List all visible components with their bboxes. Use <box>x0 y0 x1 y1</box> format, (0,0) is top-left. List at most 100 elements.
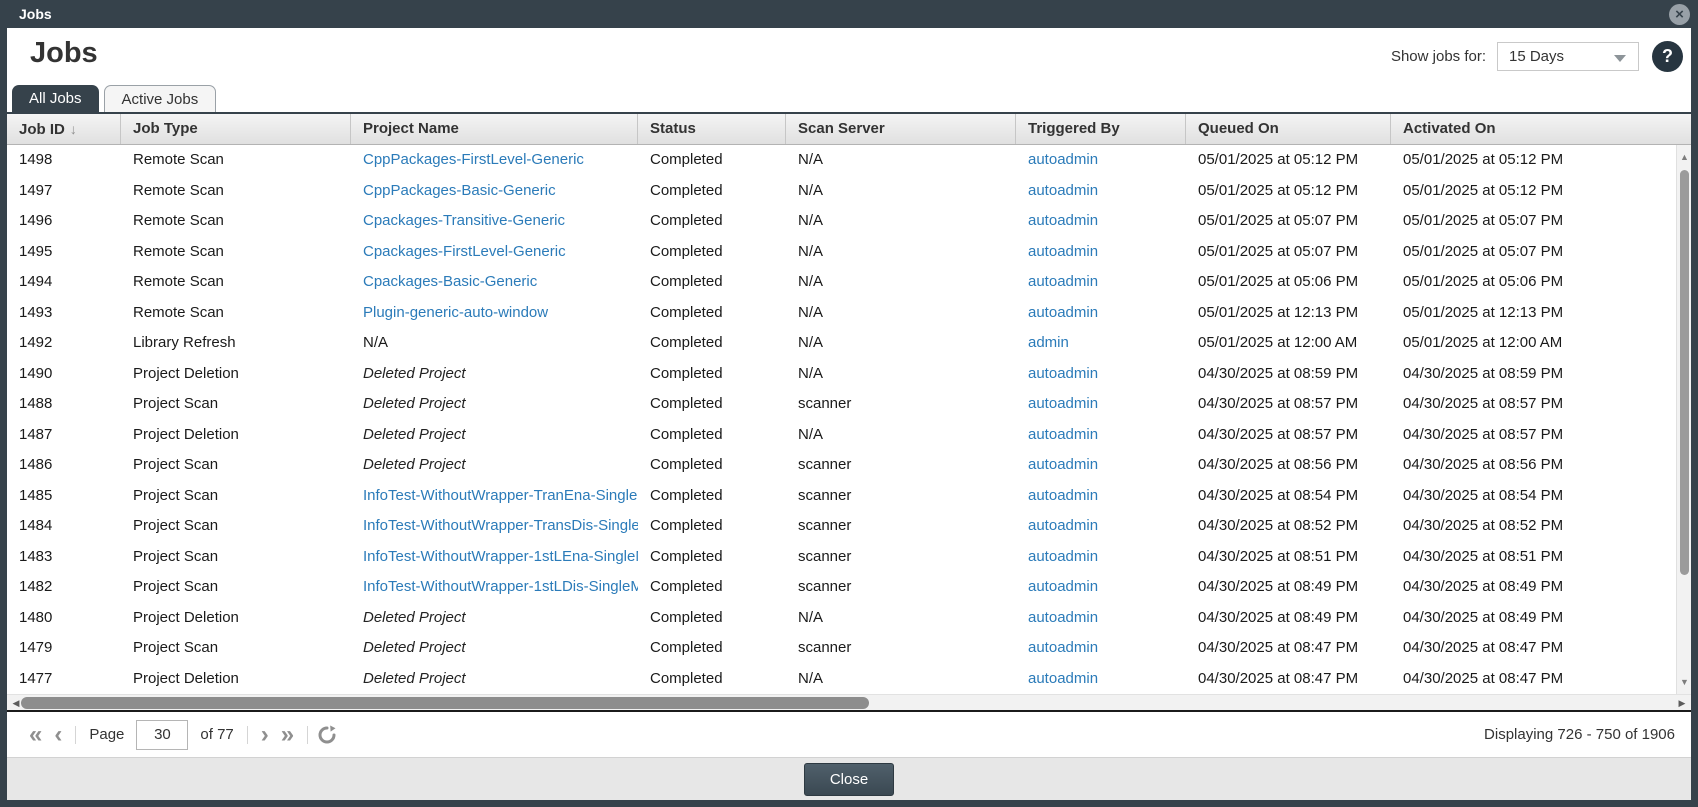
cell-activated-on: 05/01/2025 at 12:00 AM <box>1391 328 1676 359</box>
cell-job-type: Remote Scan <box>121 206 351 237</box>
window-close-icon[interactable]: × <box>1669 4 1690 25</box>
cell-triggered-by[interactable]: autoadmin <box>1016 450 1186 481</box>
cell-project-name[interactable]: CppPackages-FirstLevel-Generic <box>351 145 638 176</box>
cell-queued-on: 04/30/2025 at 08:57 PM <box>1186 389 1391 420</box>
cell-triggered-by[interactable]: autoadmin <box>1016 359 1186 390</box>
cell-job-type: Project Deletion <box>121 603 351 634</box>
cell-project-name[interactable]: InfoTest-WithoutWrapper-TransDis-SingleM… <box>351 511 638 542</box>
cell-project-name[interactable]: Plugin-generic-auto-window <box>351 298 638 329</box>
table-row[interactable]: 1495Remote ScanCpackages-FirstLevel-Gene… <box>7 237 1691 268</box>
page-label: Page <box>89 726 124 743</box>
column-header-triggered-by[interactable]: Triggered By <box>1016 114 1186 144</box>
table-row[interactable]: 1480Project DeletionDeleted ProjectCompl… <box>7 603 1691 634</box>
cell-project-name[interactable]: Cpackages-FirstLevel-Generic <box>351 237 638 268</box>
cell-triggered-by[interactable]: autoadmin <box>1016 298 1186 329</box>
column-header-status[interactable]: Status <box>638 114 786 144</box>
close-button[interactable]: Close <box>804 763 894 796</box>
cell-status: Completed <box>638 542 786 573</box>
horizontal-scrollbar[interactable]: ◀ ▶ <box>7 694 1691 710</box>
cell-triggered-by[interactable]: autoadmin <box>1016 664 1186 695</box>
column-header-label: Triggered By <box>1028 120 1120 137</box>
cell-scan-server: N/A <box>786 664 1016 695</box>
cell-project-name[interactable]: CppPackages-Basic-Generic <box>351 176 638 207</box>
cell-project-name[interactable]: InfoTest-WithoutWrapper-TranEna-SingleMo… <box>351 481 638 512</box>
cell-status: Completed <box>638 603 786 634</box>
column-header-queued-on[interactable]: Queued On <box>1186 114 1391 144</box>
cell-triggered-by[interactable]: autoadmin <box>1016 633 1186 664</box>
tab-all-jobs[interactable]: All Jobs <box>12 85 99 112</box>
next-page-button[interactable]: › <box>255 723 275 747</box>
cell-scan-server: N/A <box>786 176 1016 207</box>
cell-queued-on: 04/30/2025 at 08:51 PM <box>1186 542 1391 573</box>
table-row[interactable]: 1486Project ScanDeleted ProjectCompleted… <box>7 450 1691 481</box>
help-button[interactable]: ? <box>1652 41 1683 72</box>
table-row[interactable]: 1484Project ScanInfoTest-WithoutWrapper-… <box>7 511 1691 542</box>
table-row[interactable]: 1479Project ScanDeleted ProjectCompleted… <box>7 633 1691 664</box>
column-header-scan-server[interactable]: Scan Server <box>786 114 1016 144</box>
page-header: Jobs Show jobs for: 15 Days ? <box>7 28 1691 85</box>
cell-triggered-by[interactable]: autoadmin <box>1016 481 1186 512</box>
cell-project-name[interactable]: InfoTest-WithoutWrapper-1stLDis-SingleMo… <box>351 572 638 603</box>
show-jobs-for-value: 15 Days <box>1509 48 1564 65</box>
scroll-up-icon[interactable]: ▲ <box>1677 149 1691 165</box>
cell-status: Completed <box>638 481 786 512</box>
cell-queued-on: 04/30/2025 at 08:57 PM <box>1186 420 1391 451</box>
scroll-right-icon[interactable]: ▶ <box>1675 695 1689 711</box>
cell-triggered-by[interactable]: admin <box>1016 328 1186 359</box>
table-header-row: Job ID↓Job TypeProject NameStatusScan Se… <box>7 112 1691 145</box>
table-row[interactable]: 1490Project DeletionDeleted ProjectCompl… <box>7 359 1691 390</box>
cell-triggered-by[interactable]: autoadmin <box>1016 572 1186 603</box>
header-controls: Show jobs for: 15 Days ? <box>1391 41 1683 72</box>
cell-job-type: Remote Scan <box>121 176 351 207</box>
cell-project-name[interactable]: Cpackages-Basic-Generic <box>351 267 638 298</box>
column-header-job-id[interactable]: Job ID↓ <box>7 114 121 144</box>
first-page-button[interactable]: « <box>23 723 48 747</box>
cell-project-name[interactable]: Cpackages-Transitive-Generic <box>351 206 638 237</box>
table-row[interactable]: 1492Library RefreshN/ACompletedN/Aadmin0… <box>7 328 1691 359</box>
cell-triggered-by[interactable]: autoadmin <box>1016 389 1186 420</box>
cell-triggered-by[interactable]: autoadmin <box>1016 206 1186 237</box>
column-header-job-type[interactable]: Job Type <box>121 114 351 144</box>
vertical-scrollbar-thumb[interactable] <box>1680 170 1689 575</box>
table-row[interactable]: 1494Remote ScanCpackages-Basic-GenericCo… <box>7 267 1691 298</box>
cell-triggered-by[interactable]: autoadmin <box>1016 511 1186 542</box>
horizontal-scrollbar-thumb[interactable] <box>21 697 869 709</box>
cell-job-type: Project Scan <box>121 511 351 542</box>
cell-job-type: Remote Scan <box>121 298 351 329</box>
table-row[interactable]: 1485Project ScanInfoTest-WithoutWrapper-… <box>7 481 1691 512</box>
table-row[interactable]: 1482Project ScanInfoTest-WithoutWrapper-… <box>7 572 1691 603</box>
table-row[interactable]: 1488Project ScanDeleted ProjectCompleted… <box>7 389 1691 420</box>
table-row[interactable]: 1497Remote ScanCppPackages-Basic-Generic… <box>7 176 1691 207</box>
cell-triggered-by[interactable]: autoadmin <box>1016 603 1186 634</box>
table-row[interactable]: 1498Remote ScanCppPackages-FirstLevel-Ge… <box>7 145 1691 176</box>
refresh-button[interactable] <box>317 725 337 745</box>
table-row[interactable]: 1483Project ScanInfoTest-WithoutWrapper-… <box>7 542 1691 573</box>
scroll-down-icon[interactable]: ▼ <box>1677 674 1691 690</box>
cell-triggered-by[interactable]: autoadmin <box>1016 145 1186 176</box>
cell-triggered-by[interactable]: autoadmin <box>1016 420 1186 451</box>
show-jobs-for-select[interactable]: 15 Days <box>1497 42 1639 71</box>
column-header-project-name[interactable]: Project Name <box>351 114 638 144</box>
table-row[interactable]: 1493Remote ScanPlugin-generic-auto-windo… <box>7 298 1691 329</box>
table-row[interactable]: 1496Remote ScanCpackages-Transitive-Gene… <box>7 206 1691 237</box>
table-row[interactable]: 1487Project DeletionDeleted ProjectCompl… <box>7 420 1691 451</box>
cell-project-name[interactable]: InfoTest-WithoutWrapper-1stLEna-SingleMo… <box>351 542 638 573</box>
toolbar-divider <box>247 726 248 744</box>
column-header-activated-on[interactable]: Activated On <box>1391 114 1691 144</box>
prev-page-button[interactable]: ‹ <box>48 723 68 747</box>
cell-scan-server: scanner <box>786 572 1016 603</box>
cell-status: Completed <box>638 145 786 176</box>
cell-scan-server: scanner <box>786 450 1016 481</box>
cell-job-id: 1497 <box>7 176 121 207</box>
cell-triggered-by[interactable]: autoadmin <box>1016 542 1186 573</box>
last-page-button[interactable]: » <box>275 723 300 747</box>
cell-triggered-by[interactable]: autoadmin <box>1016 267 1186 298</box>
cell-project-name: Deleted Project <box>351 633 638 664</box>
cell-activated-on: 04/30/2025 at 08:47 PM <box>1391 664 1676 695</box>
tab-active-jobs[interactable]: Active Jobs <box>104 85 217 112</box>
vertical-scrollbar[interactable]: ▲ ▼ <box>1676 145 1691 694</box>
cell-triggered-by[interactable]: autoadmin <box>1016 176 1186 207</box>
page-number-input[interactable] <box>136 720 188 750</box>
table-row[interactable]: 1477Project DeletionDeleted ProjectCompl… <box>7 664 1691 695</box>
cell-triggered-by[interactable]: autoadmin <box>1016 237 1186 268</box>
